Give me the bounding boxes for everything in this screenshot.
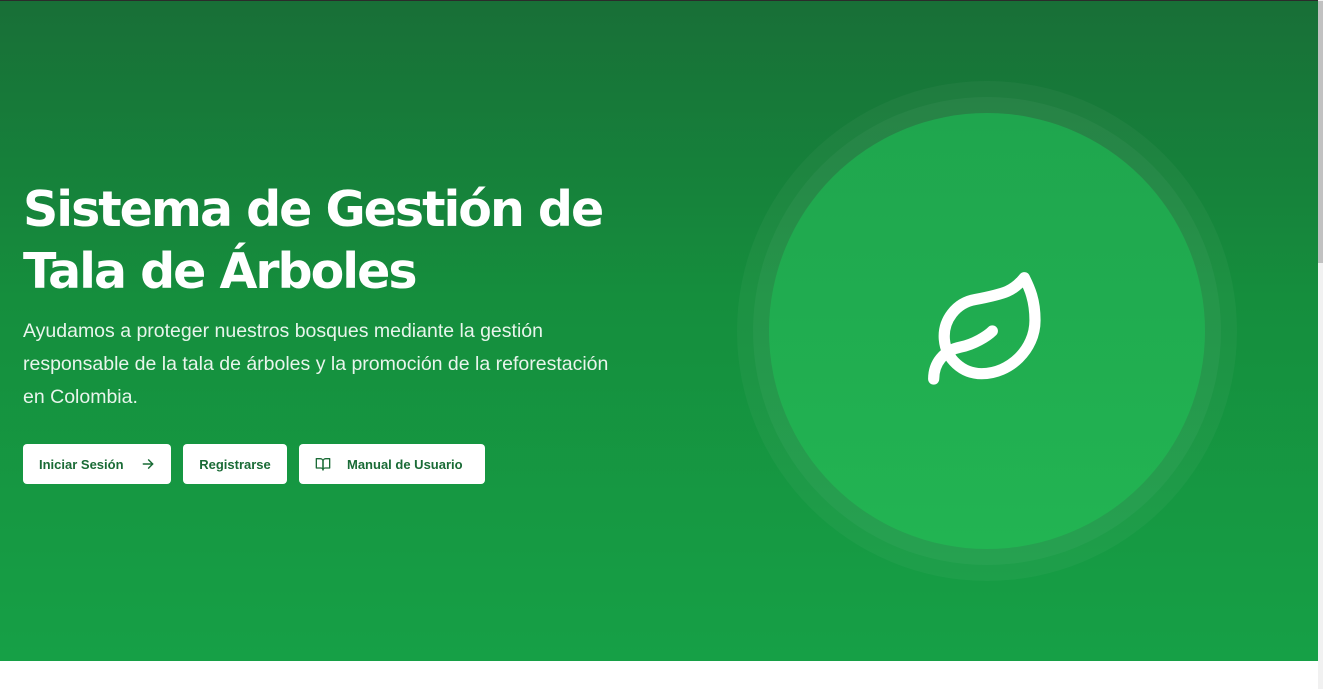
register-button-label: Registrarse	[199, 456, 271, 472]
login-button[interactable]: Iniciar Sesión	[23, 444, 171, 484]
user-manual-button[interactable]: Manual de Usuario	[299, 444, 485, 484]
user-manual-button-label: Manual de Usuario	[347, 456, 463, 472]
register-button[interactable]: Registrarse	[183, 444, 287, 484]
leaf-icon	[923, 267, 1051, 395]
arrow-right-icon	[141, 457, 155, 471]
page-scrollbar[interactable]	[1318, 0, 1323, 689]
hero-title-line1: Sistema de Gestión de	[23, 181, 604, 238]
hero-circle	[769, 113, 1205, 549]
hero-title: Sistema de Gestión de Tala de Árboles	[23, 179, 663, 303]
login-button-label: Iniciar Sesión	[39, 456, 124, 472]
hero-content: Sistema de Gestión de Tala de Árboles Ay…	[23, 179, 663, 414]
hero-title-line2: Tala de Árboles	[23, 243, 417, 300]
hero-section: Sistema de Gestión de Tala de Árboles Ay…	[0, 1, 1318, 661]
hero-actions: Iniciar Sesión Registrarse Manual de Usu…	[23, 444, 485, 484]
hero-subtitle: Ayudamos a proteger nuestros bosques med…	[23, 320, 609, 408]
book-open-icon	[315, 456, 331, 472]
scrollbar-thumb[interactable]	[1318, 1, 1323, 263]
